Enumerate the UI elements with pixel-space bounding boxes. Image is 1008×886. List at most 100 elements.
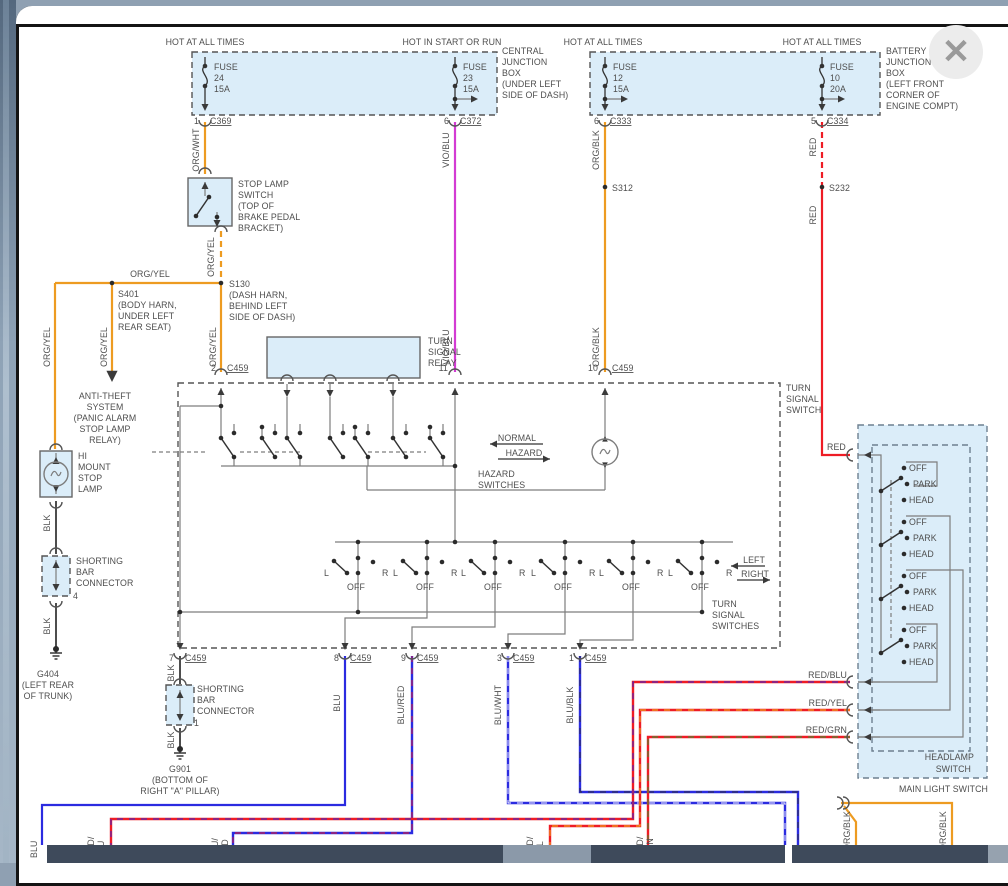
diagram-label: C459 (417, 653, 438, 663)
diagram-label: C369 (210, 116, 231, 126)
flasher-lamp (591, 438, 619, 466)
junction-dot (562, 555, 568, 561)
junction-dot (878, 596, 884, 602)
junction-dot (452, 96, 458, 102)
junction-dot (901, 659, 907, 665)
diagram-label: JUNCTION (502, 57, 547, 67)
junction-dot (878, 542, 884, 548)
diagram-label: RELAY) (89, 435, 121, 445)
junction-dot (365, 454, 371, 460)
fuse-terminal (202, 63, 208, 69)
diagram-label: BRAKE PEDAL (238, 212, 300, 222)
junction-dot (904, 535, 910, 541)
wire-blu-red (231, 656, 414, 845)
switch-blade (470, 560, 485, 574)
diagram-label: C334 (827, 116, 848, 126)
diagram-label: S232 (829, 183, 850, 193)
junction-dot (424, 555, 430, 561)
arrow-icon (106, 370, 118, 382)
diagram-label: (DASH HARN, (229, 290, 287, 300)
junction-dot (507, 559, 513, 565)
diagram-label: R (382, 568, 388, 578)
diagram-label: BLK (42, 618, 52, 635)
diagram-label: BATTERY (886, 46, 926, 56)
switch-blade (329, 437, 344, 458)
diagram-label: 11 (439, 363, 448, 373)
junction-dot (898, 637, 904, 643)
junction-dot (481, 570, 487, 576)
diagram-label: R (519, 568, 525, 578)
arrow-icon (451, 388, 459, 395)
diagram-label: FUSE (463, 62, 487, 72)
fuse-terminal (819, 63, 825, 69)
switch-blade (333, 560, 348, 574)
arrow-icon (283, 390, 291, 397)
diagram-label: BRACKET) (238, 223, 283, 233)
wiring-diagram: HOT AT ALL TIMES HOT IN START OR RUN HOT A… (22, 37, 1008, 863)
wire-blu-red-stripe (232, 656, 413, 845)
junction-dot (468, 558, 474, 564)
diagram-label: BLU/WHT (493, 684, 503, 725)
diagram-label: ORG/BLK (591, 130, 601, 170)
junction-dot (577, 559, 583, 565)
diagram-label: ORG/BLK (938, 811, 948, 851)
diagram-label: OFF (909, 625, 927, 635)
diagram-label: BLU (29, 841, 39, 858)
diagram-label: C459 (513, 653, 534, 663)
junction-dot (630, 555, 636, 561)
diagram-label: ORG/YEL (42, 327, 52, 367)
junction-dot (365, 430, 371, 436)
diagram-label: 10 (588, 363, 598, 373)
junction-dot (675, 558, 681, 564)
diagram-label: (BODY HARN, (118, 300, 177, 310)
diagram-label: S401 (118, 289, 139, 299)
diagram-label: BLK (42, 515, 52, 532)
diagram-label: RED (808, 138, 818, 157)
turn-signal-relay (266, 336, 421, 379)
junction-dot (904, 481, 910, 487)
junction-dot (231, 454, 237, 460)
diagram-label: SYSTEM (87, 402, 124, 412)
diagram-label: HEAD (909, 657, 934, 667)
junction-dot (699, 555, 705, 561)
junction-dot (606, 558, 612, 564)
junction-dot (492, 555, 498, 561)
diagram-label: SIGNAL (786, 394, 819, 404)
diagram-label: BOX (886, 68, 905, 78)
junction-dot (218, 435, 224, 441)
feed-label: HOT AT ALL TIMES (564, 37, 643, 47)
diagram-label: OFF (416, 582, 434, 592)
junction-dot (562, 539, 568, 545)
junction-dot (551, 570, 557, 576)
fuse-terminal (602, 63, 608, 69)
junction-dot (688, 570, 694, 576)
junction-dot (901, 465, 907, 471)
close-button[interactable]: ✕ (929, 25, 983, 79)
bottom-strip-segment (47, 845, 503, 863)
diagram-label: VIO/BLU (441, 132, 451, 167)
junction-dot (602, 96, 608, 102)
diagram-label: LEFT (743, 555, 765, 565)
feed-label: HOT AT ALL TIMES (783, 37, 862, 47)
diagram-label: (TOP OF (238, 201, 275, 211)
junction-dot (352, 435, 358, 441)
diagram-label: SWITCHES (712, 621, 759, 631)
junction-dot (904, 643, 910, 649)
diagram-label: L (599, 568, 604, 578)
arrow-icon (408, 643, 416, 650)
junction-dot (413, 570, 419, 576)
junction-dot (492, 539, 498, 545)
arrow-icon (217, 388, 225, 395)
diagram-label: 24 (214, 73, 224, 83)
junction-dot (370, 559, 376, 565)
diagram-label: HEAD (909, 603, 934, 613)
junction-dot (901, 497, 907, 503)
junction-dot (699, 609, 705, 615)
junction-dot (297, 454, 303, 460)
diagram-label: HAZARD (506, 448, 543, 458)
switch-blade (608, 560, 623, 574)
diagram-label: ORG/YEL (99, 327, 109, 367)
diagram-label: BAR (76, 567, 94, 577)
diagram-label: R (589, 568, 595, 578)
junction-dot (355, 539, 361, 545)
